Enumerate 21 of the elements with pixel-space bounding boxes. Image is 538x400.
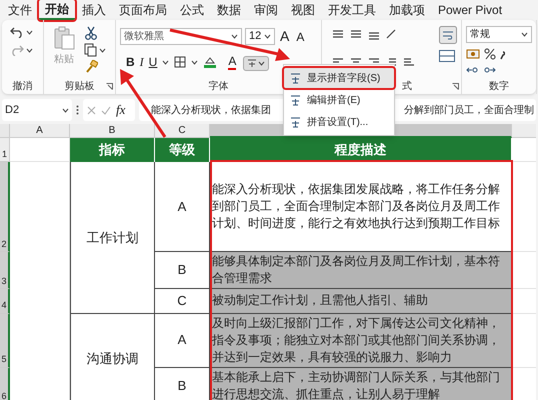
column-heading: 指标 — [70, 138, 155, 162]
column-heading: 程度描述 — [210, 138, 512, 162]
formula-text: 分解到部门员工，全面合理制 — [404, 104, 534, 118]
column-heading: 等级 — [155, 138, 210, 162]
number-format-value: 常规 — [470, 28, 490, 42]
grade-cell: A — [155, 314, 210, 368]
indicator-cell: 工作计划 — [70, 162, 155, 314]
grade-cell: B — [155, 252, 210, 289]
indicator-cell: 沟通协调 — [70, 314, 155, 400]
name-box-value: D2 — [5, 102, 20, 118]
formula-text: 能深入分析现状，依据集团 — [151, 104, 271, 118]
font-name-value: 微软雅黑 — [124, 30, 164, 44]
group-label: 剪贴板 — [64, 80, 94, 94]
group-label: 式 — [402, 80, 412, 94]
group-label: 撤消 — [12, 80, 32, 94]
grade-cell: A — [155, 162, 210, 252]
grade-cell: B — [155, 368, 210, 400]
font-size-value: 12 — [249, 29, 262, 44]
group-label: 数字 — [489, 80, 509, 94]
group-label: 字体 — [208, 80, 228, 94]
grade-cell: C — [155, 289, 210, 314]
